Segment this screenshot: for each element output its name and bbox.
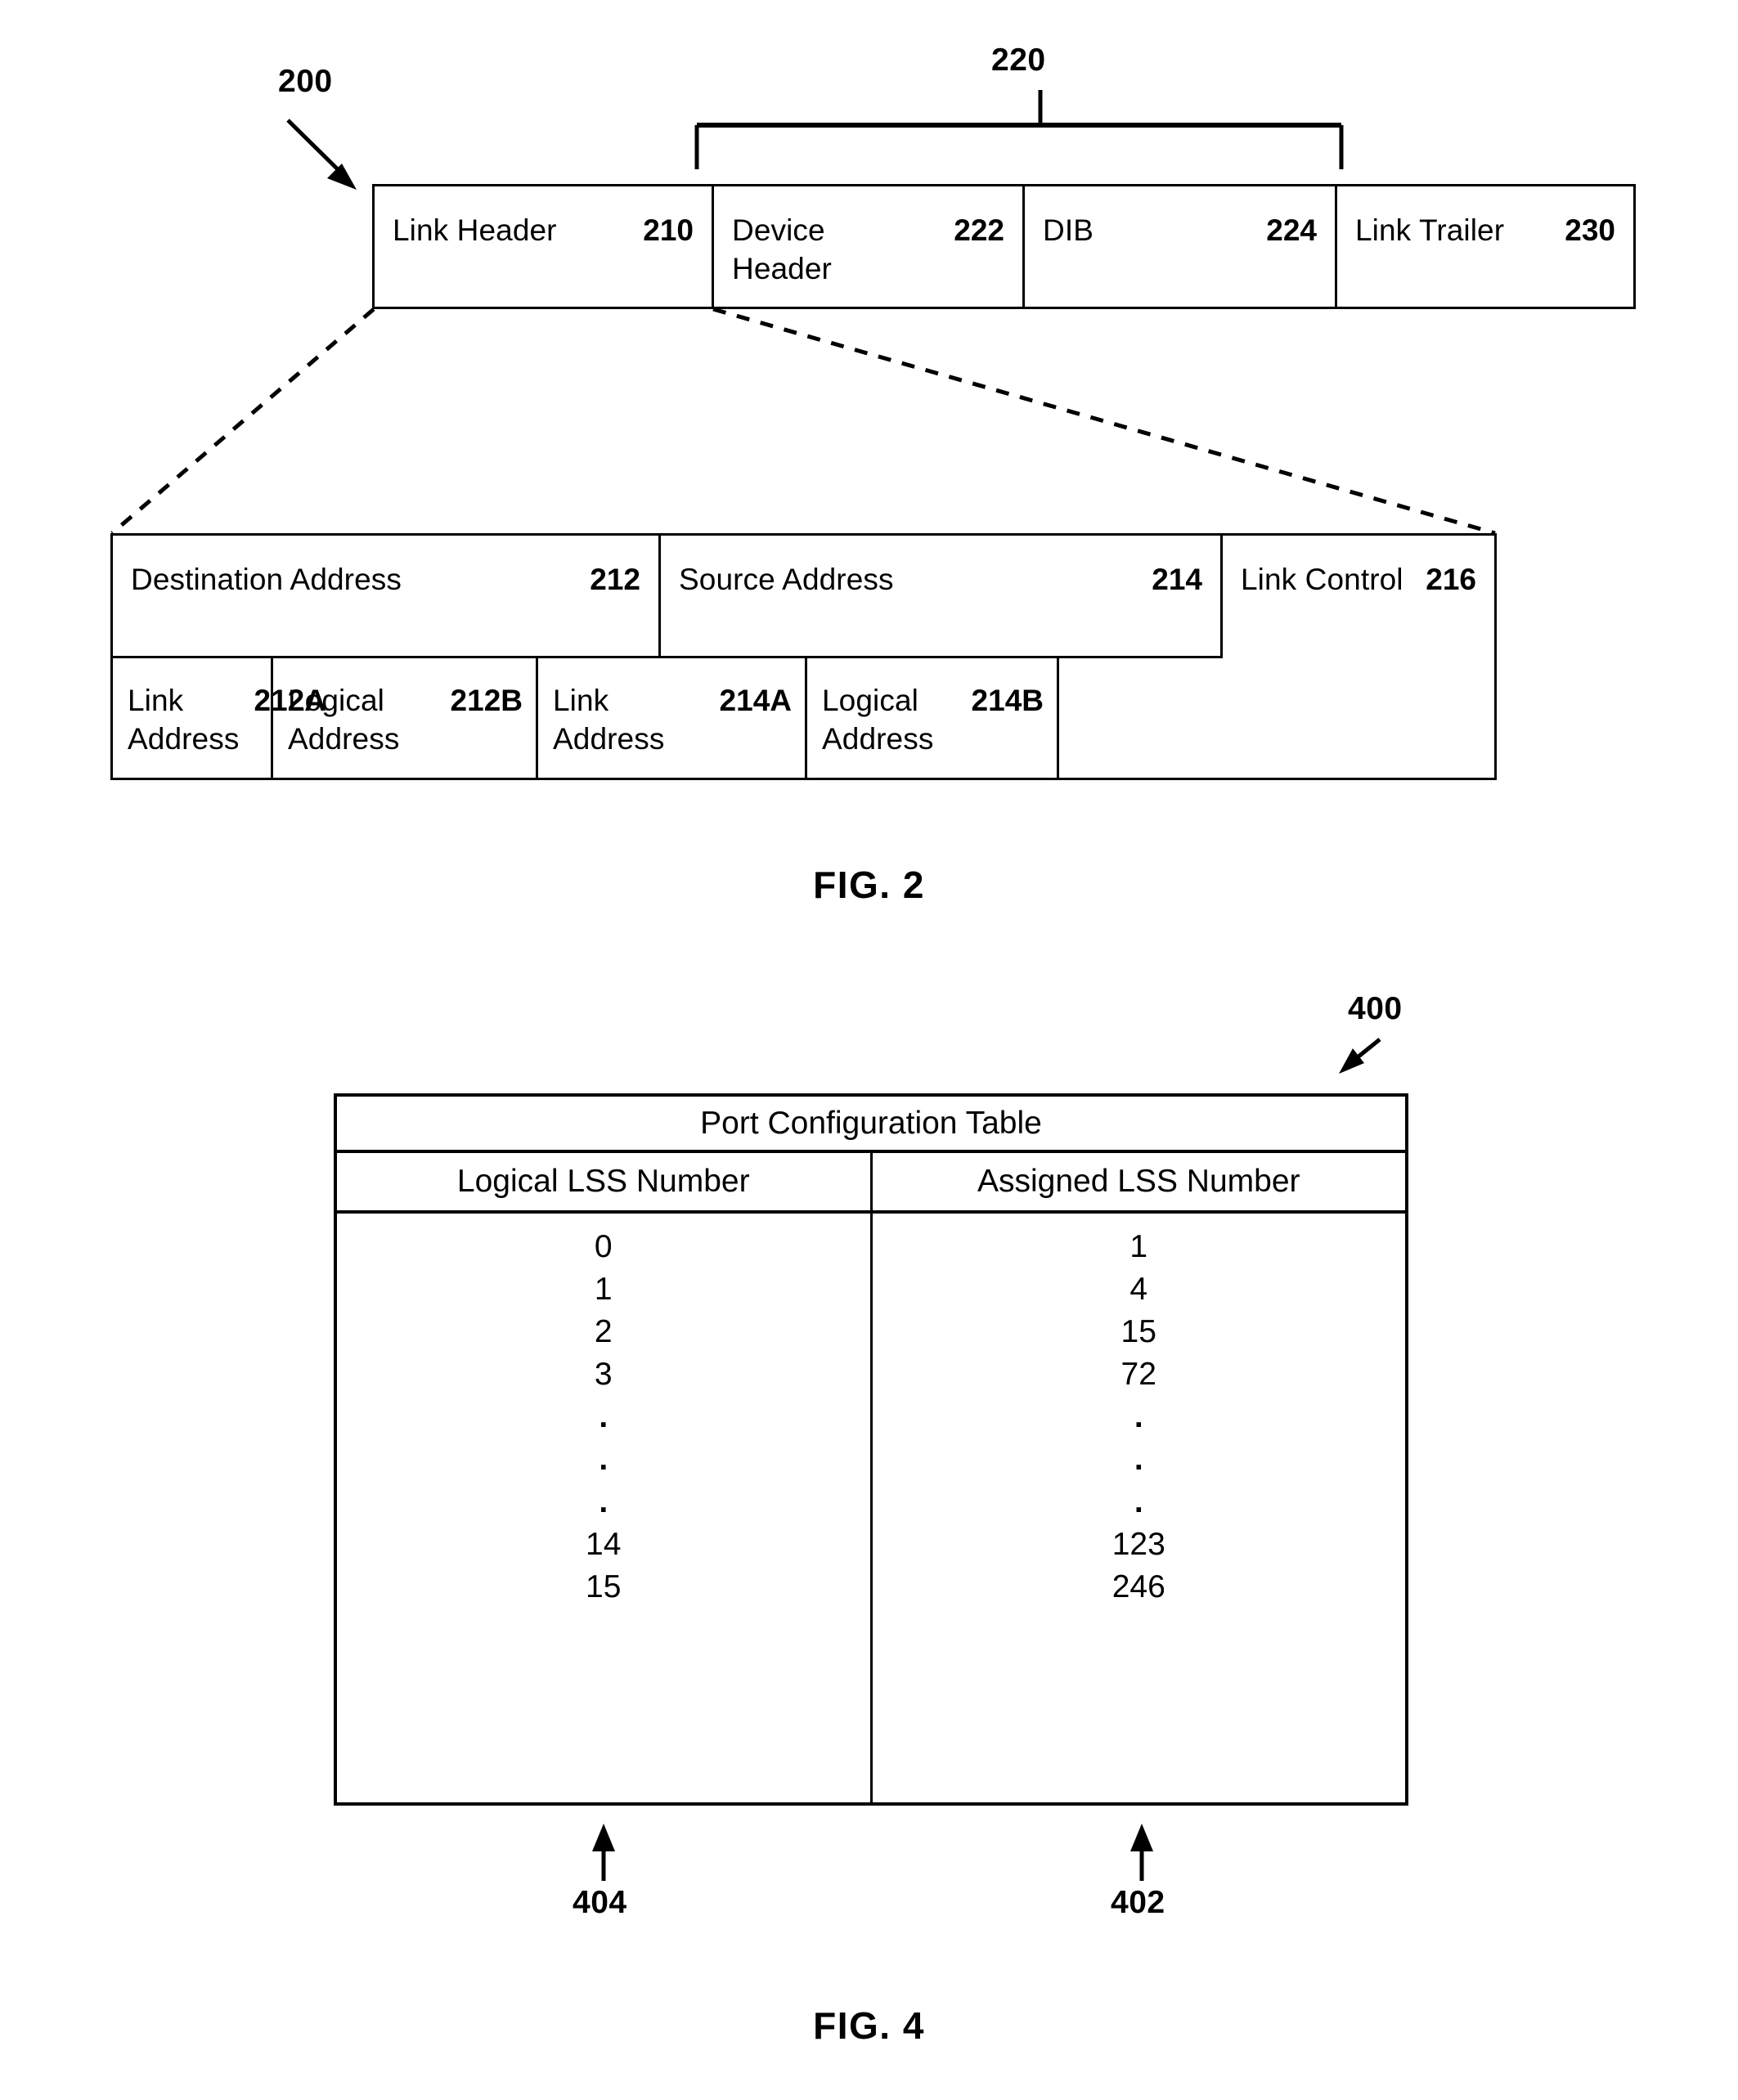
ref-label-400: 400 xyxy=(1348,991,1403,1026)
frame-structure-200: Link Header 210 Device Header 222 DIB 22… xyxy=(372,184,1636,309)
frame-cell-link-header-label: Link Header xyxy=(393,213,557,247)
detail-cell-link-control-label: Link Control xyxy=(1241,563,1403,596)
detail-cell-link-control: Link Control 216 xyxy=(1223,536,1494,778)
figure-4-caption: FIG. 4 xyxy=(813,2004,925,2047)
column-header-logical-lss: Logical LSS Number xyxy=(337,1153,873,1210)
table-cell: 123 xyxy=(1112,1526,1165,1562)
table-cell-ellipsis: . xyxy=(599,1398,609,1434)
leader-arrow-404 xyxy=(592,1824,615,1881)
detail-cell-logical-address-212b: Logical Address 212B xyxy=(273,658,538,778)
frame-cell-link-trailer: Link Trailer 230 xyxy=(1337,186,1633,307)
port-configuration-table-body: 0 1 2 3 . . . 14 15 1 4 15 72 . . . 123 … xyxy=(337,1214,1405,1802)
table-cell-ellipsis: . xyxy=(1134,1398,1143,1434)
frame-cell-device-header-ref: 222 xyxy=(954,213,1004,247)
table-cell: 15 xyxy=(586,1568,622,1604)
detail-cell-source-address-ref: 214 xyxy=(1152,563,1202,596)
detail-cell-link-address-212a-label: Link Address xyxy=(128,684,240,756)
detail-cell-destination-address-label: Destination Address xyxy=(131,563,402,596)
detail-cell-logical-address-214b: Logical Address 214B xyxy=(807,658,1059,778)
frame-cell-device-header-label: Device Header xyxy=(732,213,832,286)
frame-cell-link-header: Link Header 210 xyxy=(375,186,714,307)
table-cell: 72 xyxy=(1120,1356,1156,1392)
table-cell: 4 xyxy=(1129,1271,1148,1307)
table-cell-ellipsis: . xyxy=(1134,1483,1143,1519)
column-header-logical-lss-text: Logical LSS Number xyxy=(456,1164,750,1199)
frame-cell-dib: DIB 224 xyxy=(1025,186,1337,307)
table-cell: 1 xyxy=(1129,1228,1148,1264)
bracket-220 xyxy=(694,90,1344,169)
table-cell: 14 xyxy=(586,1526,622,1562)
column-header-assigned-lss-text: Assigned LSS Number xyxy=(977,1164,1300,1199)
table-cell: 15 xyxy=(1120,1313,1156,1349)
detail-cell-link-control-ref: 216 xyxy=(1426,563,1476,596)
detail-cell-source-address: Source Address 214 xyxy=(661,536,1223,658)
expansion-leader-lines xyxy=(110,307,1496,536)
figure-2-caption: FIG. 2 xyxy=(813,864,925,906)
detail-cell-link-address-214a-label: Link Address xyxy=(553,684,665,756)
detail-cell-destination-address: Destination Address 212 xyxy=(113,536,661,658)
link-header-detail-table: Destination Address 212 Source Address 2… xyxy=(110,533,1497,780)
port-configuration-table-title-text: Port Configuration Table xyxy=(700,1105,1042,1141)
detail-cell-link-address-214a-ref: 214A xyxy=(719,684,792,717)
table-cell: 2 xyxy=(594,1313,613,1349)
table-cell-ellipsis: . xyxy=(1134,1441,1143,1477)
column-assigned-lss-values: 1 4 15 72 . . . 123 246 xyxy=(873,1214,1406,1802)
leader-arrow-400 xyxy=(1339,1038,1381,1074)
table-cell: 0 xyxy=(594,1228,613,1264)
leader-arrow-402 xyxy=(1130,1824,1153,1881)
port-configuration-table-header-row: Logical LSS Number Assigned LSS Number xyxy=(337,1153,1405,1214)
frame-cell-link-trailer-ref: 230 xyxy=(1565,213,1615,247)
ref-label-200: 200 xyxy=(278,64,333,99)
table-cell: 246 xyxy=(1112,1568,1165,1604)
detail-cell-source-address-label: Source Address xyxy=(679,563,894,596)
detail-cell-destination-address-ref: 212 xyxy=(590,563,640,596)
table-cell-ellipsis: . xyxy=(599,1483,609,1519)
port-configuration-table-title: Port Configuration Table xyxy=(337,1097,1405,1153)
table-cell-ellipsis: . xyxy=(599,1441,609,1477)
patent-figure-sheet: 200 220 Link Header 210 Device Header 22… xyxy=(0,0,1738,2100)
frame-cell-dib-label: DIB xyxy=(1043,213,1094,247)
port-configuration-table: Port Configuration Table Logical LSS Num… xyxy=(334,1093,1408,1806)
ref-label-404: 404 xyxy=(573,1885,627,1920)
detail-cell-logical-address-214b-label: Logical Address xyxy=(822,684,934,756)
leader-arrow-200 xyxy=(286,119,357,190)
detail-cell-logical-address-212b-label: Logical Address xyxy=(288,684,400,756)
frame-cell-dib-ref: 224 xyxy=(1266,213,1317,247)
table-cell: 3 xyxy=(594,1356,613,1392)
frame-cell-device-header: Device Header 222 xyxy=(714,186,1025,307)
detail-cell-link-address-212a: Link Address 212A xyxy=(113,658,326,778)
detail-cell-link-address-214a: Link Address 214A xyxy=(538,658,807,778)
detail-cell-logical-address-214b-ref: 214B xyxy=(971,684,1044,717)
column-logical-lss-values: 0 1 2 3 . . . 14 15 xyxy=(337,1214,873,1802)
ref-label-220: 220 xyxy=(991,43,1046,78)
ref-label-402: 402 xyxy=(1111,1885,1165,1920)
detail-cell-logical-address-212b-ref: 212B xyxy=(450,684,523,717)
column-header-assigned-lss: Assigned LSS Number xyxy=(873,1153,1406,1210)
frame-cell-link-header-ref: 210 xyxy=(643,213,694,247)
table-cell: 1 xyxy=(594,1271,613,1307)
frame-cell-link-trailer-label: Link Trailer xyxy=(1355,213,1505,247)
